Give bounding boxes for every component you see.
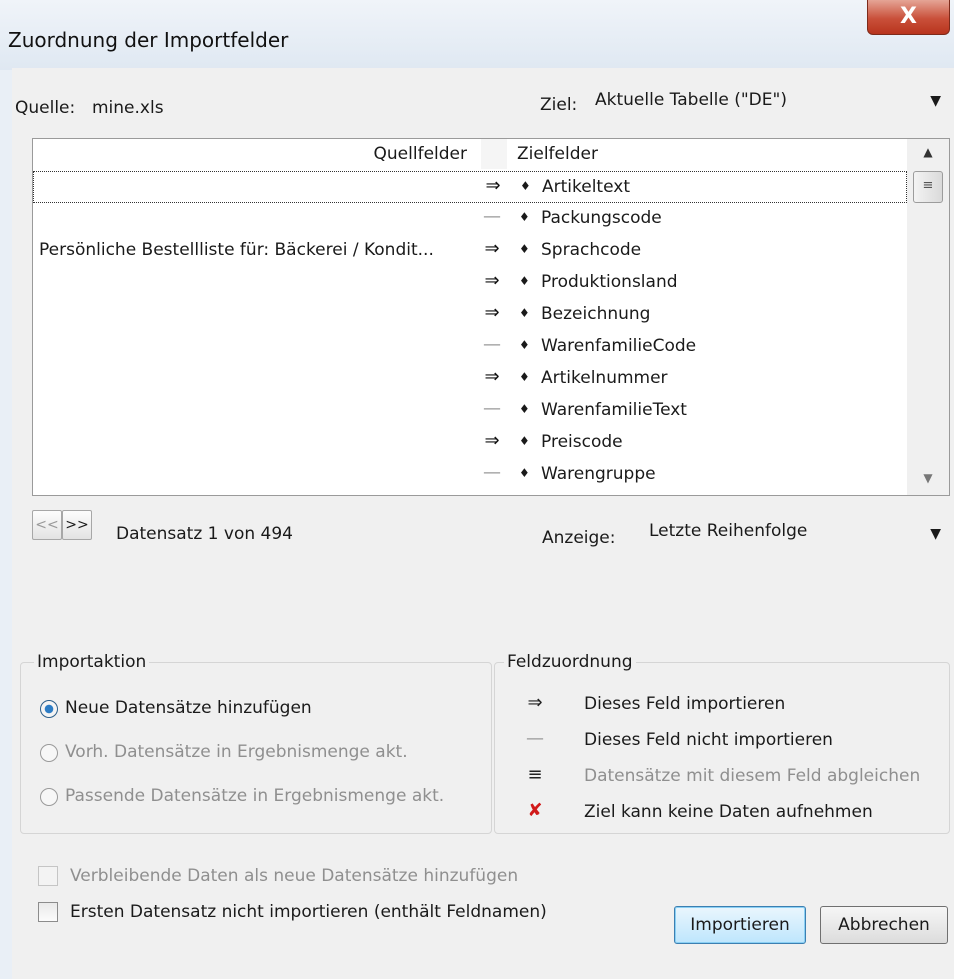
import-mapping-dialog: Zuordnung der Importfelder X Quelle: min…	[0, 0, 954, 979]
legend-label: Datensätze mit diesem Feld abgleichen	[584, 766, 921, 786]
header-source-fields: Quellfelder	[373, 144, 467, 164]
target-field-cell: Bezeichnung	[541, 304, 651, 324]
mapping-grid[interactable]: Quellfelder Zielfelder ⇒ ♦ Artikeltext — ♦ Pa…	[32, 138, 950, 496]
source-file: mine.xls	[92, 98, 164, 118]
dash-icon: —	[526, 728, 544, 749]
import-action-label: Passende Datensätze in Ergebnismenge akt…	[65, 786, 445, 806]
next-record-button[interactable]: >>	[62, 510, 92, 540]
import-arrow-icon[interactable]: ⇒	[480, 175, 506, 196]
import-button[interactable]: Importieren	[674, 906, 806, 944]
table-row[interactable]: — ♦ WarenfamilieCode	[33, 331, 907, 363]
title-bar: Zuordnung der Importfelder X	[0, 0, 954, 70]
remaining-data-label: Verbleibende Daten als neue Datensätze h…	[70, 866, 519, 886]
table-row[interactable]: — ♦ WarenfamilieText	[33, 395, 907, 427]
close-button[interactable]: X	[867, 0, 950, 35]
target-label: Ziel:	[540, 95, 578, 115]
updown-icon[interactable]: ♦	[520, 179, 531, 193]
grid-scrollbar[interactable]: ▲ ≡ ▼	[907, 139, 949, 495]
updown-icon[interactable]: ♦	[519, 402, 530, 416]
updown-icon[interactable]: ♦	[519, 242, 530, 256]
import-action-radio[interactable]	[40, 744, 58, 762]
target-field-cell: Packungscode	[541, 208, 662, 228]
table-row[interactable]: — ♦ Packungscode	[33, 203, 907, 235]
updown-icon[interactable]: ♦	[519, 370, 530, 384]
source-label: Quelle:	[15, 98, 76, 118]
target-select-value: Aktuelle Tabelle ("DE")	[595, 90, 787, 110]
updown-icon[interactable]: ♦	[519, 466, 530, 480]
target-field-cell: Sprachcode	[541, 240, 642, 260]
header-target-fields: Zielfelder	[517, 144, 598, 164]
scroll-up-icon[interactable]: ▲	[907, 145, 949, 159]
table-row[interactable]: ⇒ ♦ Produktionsland	[33, 267, 907, 299]
display-select-value: Letzte Reihenfolge	[649, 521, 808, 541]
legend-label: Ziel kann keine Daten aufnehmen	[584, 802, 873, 822]
dialog-body: Quelle: mine.xls Ziel: Aktuelle Tabelle …	[12, 68, 954, 979]
scroll-thumb[interactable]: ≡	[913, 171, 943, 203]
dash-icon[interactable]: —	[479, 206, 505, 227]
prev-record-button[interactable]: <<	[32, 510, 62, 540]
table-row[interactable]: — ♦ Warengruppe	[33, 459, 907, 491]
remaining-data-checkbox[interactable]	[38, 866, 58, 886]
scroll-down-icon[interactable]: ▼	[907, 471, 949, 485]
import-arrow-icon: ⇒	[527, 692, 543, 713]
legend-label: Dieses Feld nicht importieren	[584, 730, 833, 750]
import-arrow-icon[interactable]: ⇒	[479, 238, 505, 259]
dash-icon[interactable]: —	[479, 334, 505, 355]
grid-header: Quellfelder Zielfelder	[33, 139, 907, 171]
display-label: Anzeige:	[542, 528, 616, 548]
target-field-cell: Artikelnummer	[541, 368, 668, 388]
dash-icon[interactable]: —	[479, 398, 505, 419]
import-action-radio[interactable]	[40, 788, 58, 806]
import-action-title: Importaktion	[34, 652, 150, 672]
table-row[interactable]: Persönliche Bestellliste für: Bäckerei /…	[33, 235, 907, 267]
skip-first-record-checkbox[interactable]	[38, 902, 58, 922]
legend-label: Dieses Feld importieren	[584, 694, 786, 714]
updown-icon[interactable]: ♦	[519, 210, 530, 224]
display-select[interactable]: Letzte Reihenfolge ▼	[635, 516, 949, 554]
table-row[interactable]: ⇒ ♦ Artikeltext	[33, 171, 907, 203]
target-field-cell: Artikeltext	[542, 177, 630, 197]
import-arrow-icon[interactable]: ⇒	[479, 302, 505, 323]
record-counter: Datensatz 1 von 494	[116, 524, 293, 544]
dialog-title: Zuordnung der Importfelder	[8, 28, 289, 52]
import-action-label: Neue Datensätze hinzufügen	[65, 698, 312, 718]
table-row[interactable]: ⇒ ♦ Bezeichnung	[33, 299, 907, 331]
updown-icon[interactable]: ♦	[519, 338, 530, 352]
import-action-label: Vorh. Datensätze in Ergebnismenge akt.	[65, 742, 408, 762]
target-field-cell: WarenfamilieText	[541, 400, 687, 420]
import-arrow-icon[interactable]: ⇒	[479, 430, 505, 451]
dash-icon[interactable]: —	[479, 462, 505, 483]
cross-icon: ✘	[527, 800, 543, 821]
import-arrow-icon[interactable]: ⇒	[479, 366, 505, 387]
cancel-button[interactable]: Abbrechen	[820, 906, 948, 944]
source-field-cell: Persönliche Bestellliste für: Bäckerei /…	[39, 240, 434, 260]
target-select[interactable]: Aktuelle Tabelle ("DE") ▼	[587, 86, 949, 122]
header-separator	[481, 139, 507, 169]
chevron-down-icon: ▼	[930, 526, 941, 542]
updown-icon[interactable]: ♦	[519, 274, 530, 288]
target-field-cell: Produktionsland	[541, 272, 678, 292]
target-field-cell: Warengruppe	[541, 464, 656, 484]
target-field-cell: WarenfamilieCode	[541, 336, 697, 356]
import-action-radio[interactable]	[40, 700, 58, 718]
equals-icon: ≡	[527, 764, 543, 785]
import-arrow-icon[interactable]: ⇒	[479, 270, 505, 291]
table-row[interactable]: ⇒ ♦ Artikelnummer	[33, 363, 907, 395]
chevron-down-icon: ▼	[930, 93, 941, 109]
updown-icon[interactable]: ♦	[519, 306, 530, 320]
table-row[interactable]: ⇒ ♦ Preiscode	[33, 427, 907, 459]
target-field-cell: Preiscode	[541, 432, 623, 452]
field-mapping-title: Feldzuordnung	[504, 652, 636, 672]
updown-icon[interactable]: ♦	[519, 434, 530, 448]
skip-first-record-label: Ersten Datensatz nicht importieren (enth…	[70, 902, 547, 922]
